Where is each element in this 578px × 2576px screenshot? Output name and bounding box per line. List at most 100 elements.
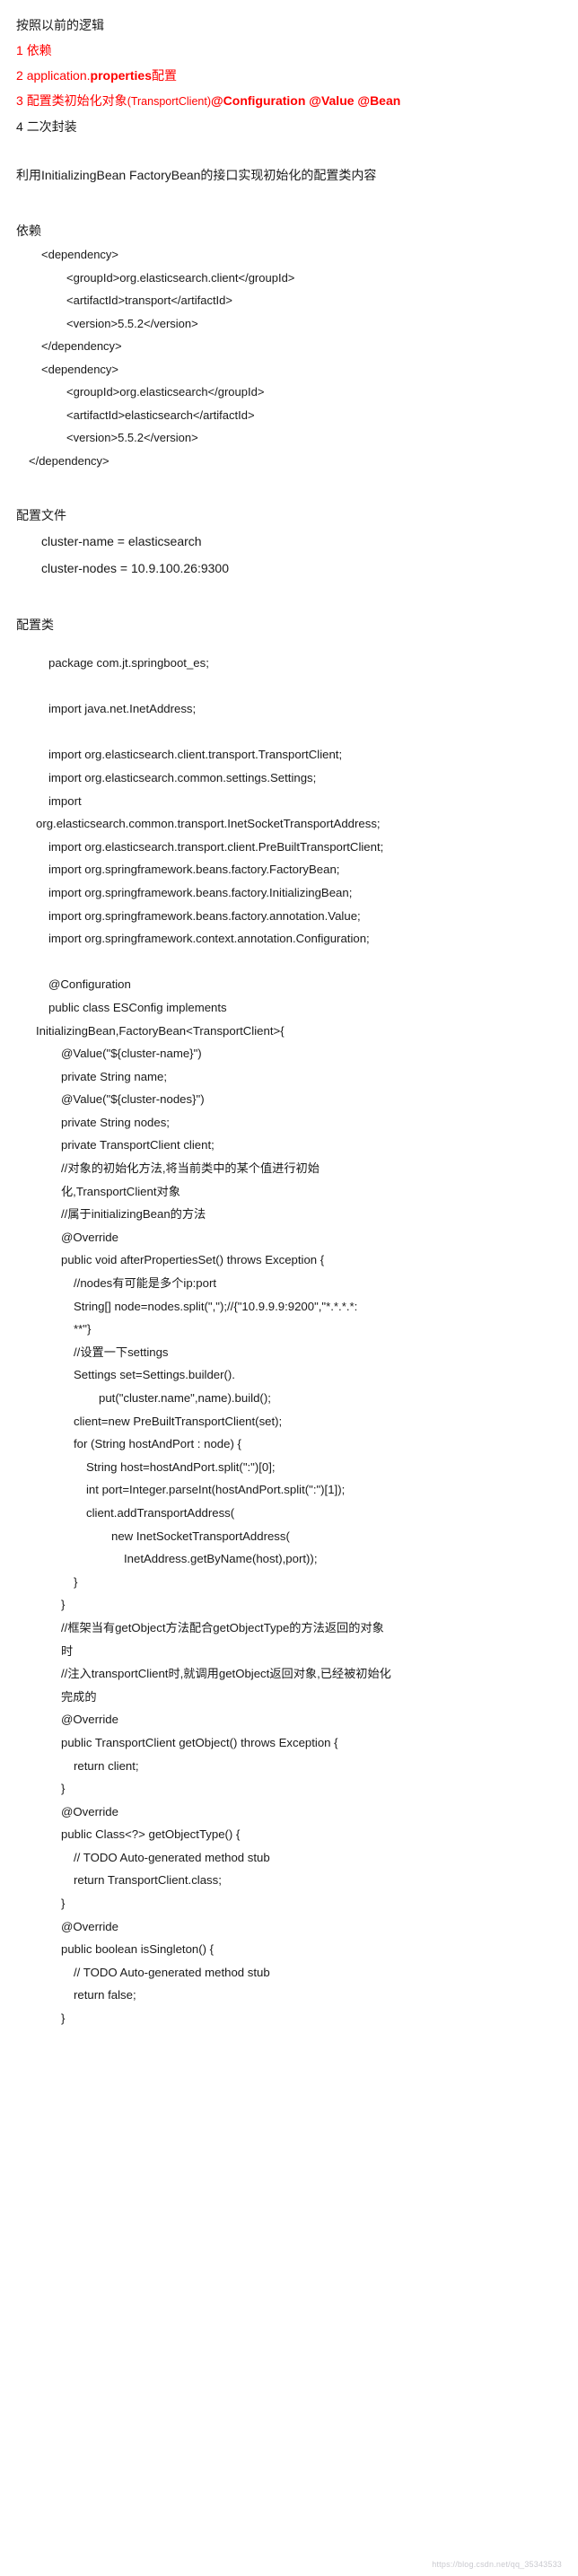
dependency-code-line: </dependency> bbox=[29, 453, 109, 468]
properties-code-line: cluster-name = elasticsearch bbox=[41, 534, 202, 548]
intro-step-3-text: 配置类初始化对象 bbox=[26, 93, 127, 108]
config-class-code-line: } bbox=[61, 2011, 66, 2026]
config-class-code-line bbox=[36, 675, 562, 698]
config-class-section-title: 配置类 bbox=[16, 618, 54, 632]
config-class-code-line: import org.springframework.beans.factory… bbox=[48, 908, 361, 923]
intro-step-2-num: 2 bbox=[16, 68, 27, 83]
config-class-code-line: // TODO Auto-generated method stub bbox=[74, 1965, 270, 1979]
config-class-code-line: @Override bbox=[61, 1919, 118, 1933]
dependency-code-line: <groupId>org.elasticsearch</groupId> bbox=[66, 385, 265, 399]
intro-step-4-num: 4 bbox=[16, 119, 27, 134]
config-class-code-line: private TransportClient client; bbox=[61, 1138, 215, 1152]
config-class-code-line: import org.elasticsearch.transport.clien… bbox=[48, 839, 384, 854]
intro-step-1: 1 依赖 bbox=[16, 38, 562, 63]
config-class-code-line: **"} bbox=[74, 1322, 92, 1336]
config-class-code-line: return false; bbox=[74, 1988, 136, 2002]
document-page: 按照以前的逻辑 1 依赖 2 application.properties配置 … bbox=[0, 0, 578, 2576]
config-class-code-line: client.addTransportAddress( bbox=[86, 1505, 235, 1520]
config-class-code-line: //设置一下settings bbox=[74, 1345, 169, 1359]
dependency-section-title: 依赖 bbox=[16, 223, 41, 238]
config-class-code-line: import org.elasticsearch.client.transpor… bbox=[48, 748, 343, 762]
config-class-code-line: //nodes有可能是多个ip:port bbox=[74, 1276, 217, 1291]
config-class-code-line: import org.elasticsearch.common.settings… bbox=[48, 770, 317, 784]
intro-step-2-text: application. bbox=[26, 68, 91, 83]
config-class-code-line: @Override bbox=[61, 1804, 118, 1818]
config-class-code-line: import java.net.InetAddress; bbox=[48, 702, 197, 716]
config-class-code-line: InetAddress.getByName(host),port)); bbox=[124, 1552, 318, 1566]
config-class-code-line: import org.springframework.context.annot… bbox=[48, 932, 370, 946]
config-class-code-line: //注入transportClient时,就调用getObject返回对象,已经… bbox=[61, 1667, 391, 1681]
config-class-code-line: public Class<?> getObjectType() { bbox=[61, 1827, 241, 1842]
config-class-code-line: } bbox=[61, 1782, 66, 1796]
config-class-code-line: package com.jt.springboot_es; bbox=[48, 656, 209, 670]
config-class-code-line: public void afterPropertiesSet() throws … bbox=[61, 1253, 325, 1267]
config-class-code-line: 化,TransportClient对象 bbox=[61, 1184, 180, 1198]
dependency-code-line: </dependency> bbox=[41, 339, 122, 353]
config-class-code-line: public TransportClient getObject() throw… bbox=[61, 1735, 338, 1749]
config-class-code-line: private String name; bbox=[61, 1069, 168, 1083]
config-class-code-line: //属于initializingBean的方法 bbox=[61, 1207, 206, 1222]
config-class-code-line: int port=Integer.parseInt(hostAndPort.sp… bbox=[86, 1483, 346, 1497]
properties-code-line: cluster-nodes = 10.9.100.26:9300 bbox=[41, 561, 229, 575]
config-class-code-line: new InetSocketTransportAddress( bbox=[111, 1529, 290, 1543]
intro-step-2: 2 application.properties配置 bbox=[16, 63, 562, 88]
config-class-code-line: @Value("${cluster-name}") bbox=[61, 1047, 202, 1061]
intro-step-2-tail: 配置 bbox=[151, 68, 177, 83]
intro-step-1-text: 依赖 bbox=[26, 43, 52, 57]
config-class-code-line: @Value("${cluster-nodes}") bbox=[61, 1092, 205, 1107]
properties-code-block: cluster-name = elasticsearch cluster-node… bbox=[16, 528, 562, 582]
config-class-code-line bbox=[36, 951, 562, 974]
config-class-code-line: import bbox=[48, 793, 82, 808]
config-class-code-line: @Override bbox=[61, 1713, 118, 1727]
config-class-code-line: @Override bbox=[61, 1230, 118, 1244]
config-class-code-line: // TODO Auto-generated method stub bbox=[74, 1850, 270, 1864]
config-class-code-line: client=new PreBuiltTransportClient(set); bbox=[74, 1414, 283, 1428]
dependency-code-line: <dependency> bbox=[41, 362, 119, 376]
config-class-code-line: for (String hostAndPort : node) { bbox=[74, 1437, 241, 1451]
config-class-code-line: public boolean isSingleton() { bbox=[61, 1942, 215, 1957]
config-class-code-line: 完成的 bbox=[61, 1689, 97, 1704]
dependency-code-line: <artifactId>transport</artifactId> bbox=[66, 294, 232, 307]
config-class-code-line: //框架当有getObject方法配合getObjectType的方法返回的对象 bbox=[61, 1620, 384, 1634]
dependency-code-line: <artifactId>elasticsearch</artifactId> bbox=[66, 407, 255, 422]
intro-step-3: 3 配置类初始化对象(TransportClient)@Configuratio… bbox=[16, 88, 562, 114]
config-class-code-line: } bbox=[61, 1897, 66, 1911]
config-class-code-line: import org.springframework.beans.factory… bbox=[48, 863, 340, 877]
config-class-code-line bbox=[36, 721, 562, 744]
config-class-code-line: 时 bbox=[61, 1643, 74, 1658]
config-class-code-line: @Configuration bbox=[48, 977, 131, 992]
config-class-code-line: } bbox=[74, 1574, 78, 1589]
config-class-code-line: String[] node=nodes.split(",");//{"10.9.… bbox=[74, 1299, 358, 1313]
config-class-code-line: put("cluster.name",name).build(); bbox=[99, 1391, 271, 1405]
config-class-code-line: String host=hostAndPort.split(":")[0]; bbox=[86, 1459, 276, 1474]
dependency-code-block: <dependency> <groupId>org.elasticsearch.c… bbox=[16, 243, 562, 472]
intro-step-3-num: 3 bbox=[16, 93, 27, 108]
config-class-code-line: return client; bbox=[74, 1758, 139, 1773]
config-class-code-line: //对象的初始化方法,将当前类中的某个值进行初始 bbox=[61, 1161, 320, 1176]
intro-summary: 利用InitializingBean FactoryBean的接口实现初始化的配… bbox=[16, 168, 377, 182]
intro-block: 按照以前的逻辑 1 依赖 2 application.properties配置 … bbox=[16, 13, 562, 139]
dependency-code-line: <dependency> bbox=[41, 248, 119, 261]
config-class-code-line: private String nodes; bbox=[61, 1115, 170, 1129]
intro-step-4-text: 二次封装 bbox=[26, 119, 77, 134]
intro-step-3-bold: @Configuration @Value @Bean bbox=[211, 93, 401, 108]
intro-step-3-small: (TransportClient) bbox=[127, 95, 211, 108]
config-class-code-line: public class ESConfig implements bbox=[48, 1000, 227, 1014]
dependency-code-line: <version>5.5.2</version> bbox=[66, 431, 198, 444]
config-class-code-line: InitializingBean,FactoryBean<TransportCl… bbox=[36, 1023, 285, 1038]
intro-step-4: 4 二次封装 bbox=[16, 114, 562, 139]
config-class-code-line: org.elasticsearch.common.transport.InetS… bbox=[36, 817, 381, 831]
config-class-code-block: package com.jt.springboot_es; import jav… bbox=[16, 652, 562, 2030]
config-class-code-line: } bbox=[61, 1598, 66, 1612]
dependency-code-line: <groupId>org.elasticsearch.client</group… bbox=[66, 270, 295, 285]
config-class-code-line: Settings set=Settings.builder(). bbox=[74, 1368, 235, 1382]
intro-step-2-bold: properties bbox=[90, 68, 152, 83]
intro-heading: 按照以前的逻辑 bbox=[16, 18, 104, 32]
watermark: https://blog.csdn.net/qq_35343533 bbox=[432, 2560, 562, 2569]
properties-section-title: 配置文件 bbox=[16, 508, 66, 522]
